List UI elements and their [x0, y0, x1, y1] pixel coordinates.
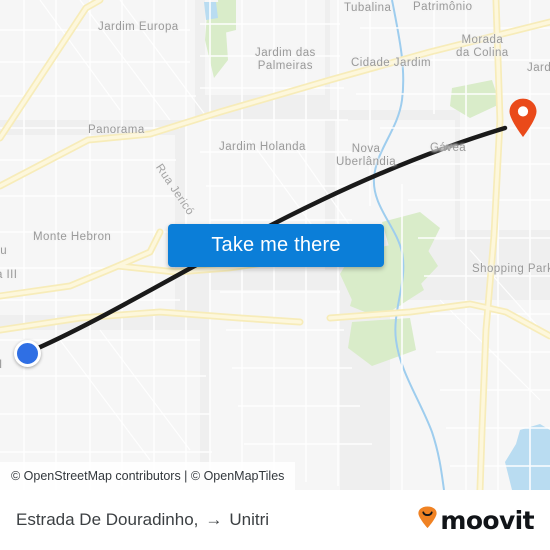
moovit-logo[interactable]: moovit	[417, 505, 535, 535]
map-canvas[interactable]: Jardim Europa Tubalina Patrimônio Jardim da…	[0, 0, 550, 490]
footer-bar: Estrada De Douradinho, → Unitri moovit	[0, 490, 550, 550]
moovit-pin-icon	[417, 506, 438, 534]
origin-marker[interactable]	[14, 340, 41, 367]
moovit-wordmark: moovit	[440, 505, 534, 535]
arrow-right-icon: →	[205, 510, 223, 529]
route-summary: Estrada De Douradinho, → Unitri	[16, 510, 269, 530]
route-origin-label: Estrada De Douradinho,	[16, 510, 199, 529]
moovit-route-screen: Jardim Europa Tubalina Patrimônio Jardim da…	[0, 0, 550, 550]
destination-pin-icon[interactable]	[508, 98, 538, 138]
map-attribution[interactable]: © OpenStreetMap contributors | © OpenMap…	[0, 462, 296, 490]
route-destination-label: Unitri	[229, 510, 270, 529]
take-me-there-button[interactable]: Take me there	[168, 224, 384, 267]
